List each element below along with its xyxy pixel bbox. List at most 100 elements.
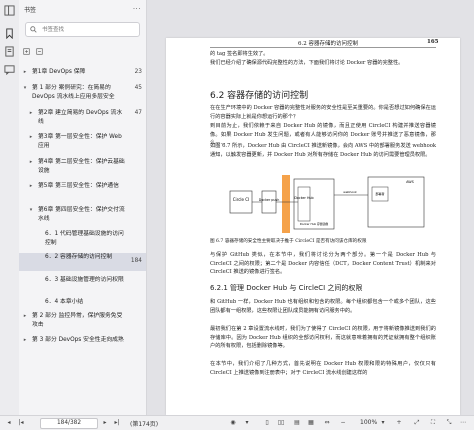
section-para: 在在生产环境中的 Docker 容器的完整性对服务的安全性是至关重要的。你是否想… <box>210 105 436 120</box>
left-icon-bar <box>0 0 20 415</box>
subsection-title: 6.2.1 管理 Docker Hub 与 CircleCI 之间的权限 <box>210 284 363 292</box>
toc-page: 184 <box>130 258 142 264</box>
toggle-arrow-icon[interactable]: ▸ <box>22 312 28 321</box>
search-icon <box>30 26 37 33</box>
view-menu-icon[interactable]: ▾ <box>242 418 252 427</box>
sub-para: 最初我们在第 2 章设置流水线时，我们为了使得了 CircleCI 的权限，用于… <box>210 326 436 350</box>
eye-icon[interactable]: ◉ <box>228 418 238 427</box>
toggle-arrow-icon[interactable]: ▸ <box>22 336 28 345</box>
fit-width-icon[interactable]: ⇔ <box>322 418 332 427</box>
toggle-arrow-icon[interactable]: ▸ <box>28 133 34 142</box>
toc-label: 第 3 部分 DevOps 安全性走向成熟 <box>32 337 124 343</box>
docker-push-label: Docker push <box>259 198 280 202</box>
aws-box <box>367 176 425 228</box>
toc-label: 第6章 第四层安全性：保护交付流水线 <box>38 207 125 222</box>
sub-para: 在本节中，我们介绍了几种方式，首先说明在 Docker Hub 权限和限的特殊用… <box>210 361 436 376</box>
exit-fullscreen-icon[interactable]: ⤡ <box>444 418 454 427</box>
deployer-label: 部署者 <box>375 191 384 196</box>
document-page: 6.2 容器存储的访问控制 165 的 tag 签名即将生效了。 我们已经介绍了… <box>166 38 460 415</box>
toc-item-6-4[interactable]: 6．4 本章小结 <box>19 298 146 307</box>
next-page-icon[interactable]: ▸ <box>100 418 110 427</box>
bookmark-panel-icon[interactable] <box>4 5 15 16</box>
document-viewer: 6.2 容器存储的访问控制 165 的 tag 签名即将生效了。 我们已经介绍了… <box>147 0 474 415</box>
toc-label: 第2章 建立简易的 DevOps 流水线 <box>38 110 123 125</box>
single-page-icon[interactable]: ▯ <box>262 418 272 427</box>
bookmark-sidebar: 书签 ··· ▸ 第1章 DevOps 保障 23 ▾ 第 1 部分 案例研究：… <box>19 0 147 415</box>
docker-creds-label: Docker Hub 存储镜像 <box>300 222 329 226</box>
toc-item-6-3[interactable]: 6．3 基础设施管理的访问权限 <box>19 276 146 294</box>
toc-label: 6．3 基础设施管理的访问权限 <box>45 277 124 283</box>
collapse-all-icon[interactable] <box>36 48 43 55</box>
toc-label: 6．1 代码管理基础设施的访问控制 <box>45 231 124 246</box>
sub-para: 和 GitHub 一样，Docker Hub 也有组织和包含的权限。每个组织都包… <box>210 299 436 314</box>
toc-label: 第5章 第三层安全性：保护通信 <box>38 183 119 189</box>
sidebar-header: 书签 ··· <box>19 0 146 18</box>
fullscreen-icon[interactable]: ⛶ <box>428 418 438 427</box>
toc-page: 45 <box>134 85 142 91</box>
toc-item-6-2[interactable]: 6．2 容器存储的访问控制 184 <box>19 253 146 271</box>
toggle-arrow-icon[interactable]: ▸ <box>28 109 34 118</box>
toggle-arrow-icon[interactable]: ▾ <box>22 84 28 93</box>
toc-page: 23 <box>134 69 142 75</box>
page-number: 165 <box>427 39 439 45</box>
sidebar-title: 书签 <box>24 6 37 14</box>
toc-item-ch5[interactable]: ▸ 第5章 第三层安全性：保护通信 <box>19 182 146 200</box>
zoom-dropdown-icon[interactable]: ▾ <box>378 418 388 427</box>
bookmark-search-input[interactable] <box>40 25 134 34</box>
docker-hub-label: Docker Hub <box>294 196 313 200</box>
zoom-out-icon[interactable]: − <box>338 418 348 427</box>
toc-item-ch6[interactable]: ▾ 第6章 第四层安全性：保护交付流水线 <box>19 206 146 224</box>
zoom-level[interactable]: 100% <box>360 419 377 426</box>
running-head: 6.2 容器存储的访问控制 <box>298 41 358 47</box>
toc-label: 第4章 第二层安全性：保护云基础设施 <box>38 159 125 174</box>
toc-item-part2[interactable]: ▸ 第 2 部分 监控异常，保护服务免受攻击 <box>19 312 146 330</box>
toc-label: 第 1 部分 案例研究：在简易的 DevOps 流水线上应用多层安全 <box>32 85 115 100</box>
toc-label: 第3章 第一层安全性：保护 Web 应用 <box>38 134 122 149</box>
toc-item-ch4[interactable]: ▸ 第4章 第二层安全性：保护云基础设施 <box>19 158 146 176</box>
toggle-arrow-icon[interactable]: ▸ <box>28 182 34 191</box>
toc-item-ch2[interactable]: ▸ 第2章 建立简易的 DevOps 流水线 47 <box>19 109 146 127</box>
toc-item-ch1[interactable]: ▸ 第1章 DevOps 保障 23 <box>19 68 146 77</box>
toc-label: 第1章 DevOps 保障 <box>32 69 86 75</box>
more-options-icon[interactable]: ··· <box>133 5 141 13</box>
current-page-label: (第174页) <box>130 421 159 428</box>
double-page-icon[interactable]: ▯▯ <box>276 418 286 427</box>
circleci-label: Circle CI <box>233 197 249 202</box>
toc-page: 47 <box>134 110 142 116</box>
toc-label: 第 2 部分 监控异常，保护服务免受攻击 <box>32 313 123 328</box>
docker-push-box <box>261 190 277 214</box>
section-title: 6.2 容器存储的访问控制 <box>210 91 309 101</box>
toggle-arrow-icon[interactable]: ▾ <box>28 206 34 215</box>
last-page-icon[interactable]: ▸| <box>112 418 122 427</box>
book-view-icon[interactable]: ▦ <box>306 418 316 427</box>
annotation-icon[interactable] <box>4 64 15 75</box>
thumbnail-icon[interactable] <box>4 46 15 57</box>
prev-page-icon[interactable]: ◂ <box>4 418 14 427</box>
aws-label: AWS <box>406 180 414 184</box>
toc-label: 6．2 容器存储的访问控制 <box>45 254 113 260</box>
webhook-label: webhook <box>343 190 357 194</box>
fit-page-icon[interactable]: ⤢ <box>412 418 422 427</box>
figure-caption: 图 6.7 容器存储的安全性主要取决于推于 CircleCI 是否有访问该仓库的… <box>210 239 367 244</box>
toc-item-part3[interactable]: ▸ 第 3 部分 DevOps 安全性走向成熟 <box>19 336 146 354</box>
settings-icon[interactable]: ⋯ <box>458 418 468 427</box>
figure-diagram: Circle CI Docker push Docker Hub Docker … <box>229 175 425 233</box>
toc-item-part1[interactable]: ▾ 第 1 部分 案例研究：在简易的 DevOps 流水线上应用多层安全 45 <box>19 84 146 102</box>
section-para: 如图 6.7 所示，Docker Hub 由 CircleCI 推送新镜像，会向… <box>210 143 436 158</box>
bookmark-icon[interactable] <box>4 28 15 39</box>
first-page-icon[interactable]: |◂ <box>16 418 26 427</box>
toggle-arrow-icon[interactable]: ▸ <box>22 68 28 77</box>
toc-item-ch3[interactable]: ▸ 第3章 第一层安全性：保护 Web 应用 <box>19 133 146 151</box>
continuous-page-icon[interactable]: ▤ <box>292 418 302 427</box>
toggle-arrow-icon[interactable]: ▸ <box>28 158 34 167</box>
toc-item-6-1[interactable]: 6．1 代码管理基础设施的访问控制 <box>19 230 146 248</box>
bookmark-search[interactable] <box>25 22 140 37</box>
intro-line: 我们已经介绍了确保源代码完整性的方法，下面我们将讨论 Docker 容器的完整性… <box>210 60 404 66</box>
page-number-input[interactable]: 184/382 <box>40 418 98 429</box>
intro-line: 的 tag 签名即将生效了。 <box>210 51 269 57</box>
toc-label: 6．4 本章小结 <box>45 299 84 305</box>
status-bar: ◂ |◂ 184/382 ▸ ▸| (第174页) ◉ ▾ ▯ ▯▯ ▤ ▦ ⇔… <box>0 415 474 430</box>
header-rule <box>210 47 436 48</box>
expand-all-icon[interactable] <box>23 48 30 55</box>
zoom-in-icon[interactable]: + <box>394 418 404 427</box>
